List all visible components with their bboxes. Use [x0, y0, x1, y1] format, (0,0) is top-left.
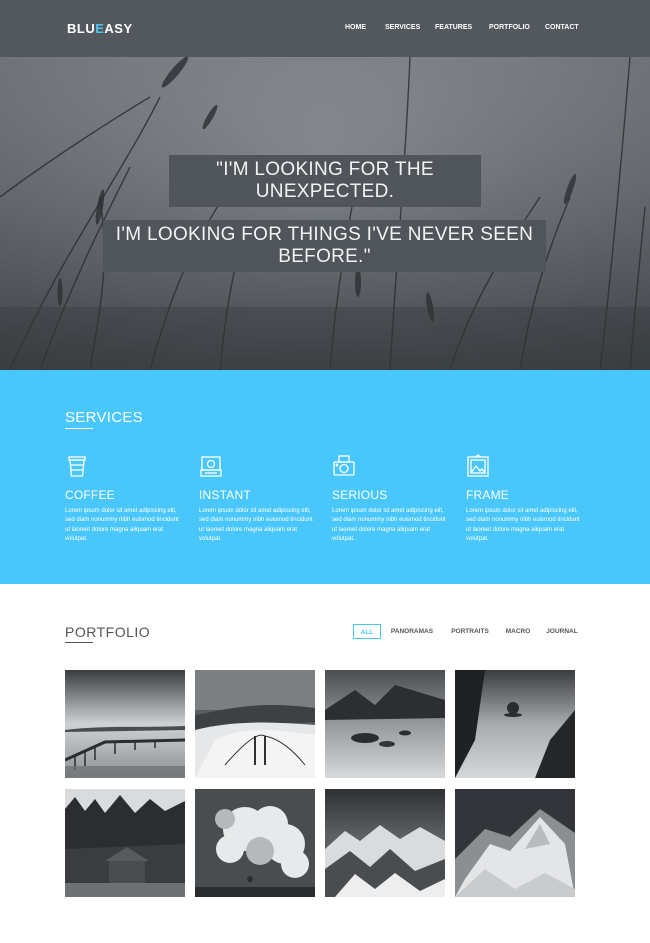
filter-journal[interactable]: JOURNAL — [543, 624, 581, 639]
hero-banner: "I'M LOOKING FOR THE UNEXPECTED. I'M LOO… — [0, 57, 650, 370]
coffee-cup-icon — [68, 456, 86, 477]
portfolio-title-underline — [65, 642, 93, 643]
hero-quote-line-1: "I'M LOOKING FOR THE — [216, 159, 434, 180]
filter-panoramas[interactable]: PANORAMAS — [387, 624, 437, 639]
portfolio-image-lone-tree-island[interactable] — [455, 670, 575, 778]
service-title: INSTANT — [199, 488, 251, 502]
portfolio-image-snowy-peak[interactable] — [455, 789, 575, 897]
service-title: FRAME — [466, 488, 509, 502]
filter-macro[interactable]: MACRO — [503, 624, 533, 639]
portfolio-image-pier[interactable] — [65, 670, 185, 778]
service-text: Lorem ipsum dolor sit amet adipiscing el… — [199, 508, 313, 542]
portfolio-section: PORTFOLIO ALL PANORAMAS PORTRAITS MACRO … — [0, 584, 650, 943]
nav-services[interactable]: SERVICES — [385, 24, 420, 31]
hero-quote-line-4: BEFORE." — [278, 246, 371, 267]
logo-text-prefix: BLU — [67, 21, 96, 36]
nav-contact[interactable]: CONTACT — [545, 24, 579, 31]
brand-logo[interactable]: BLUEASY — [67, 21, 133, 36]
service-title: COFFEE — [65, 488, 115, 502]
portfolio-image-storm-clouds[interactable] — [195, 789, 315, 897]
portfolio-image-golden-gate-bridge[interactable] — [195, 670, 315, 778]
camera-icon — [333, 455, 355, 476]
service-text: Lorem ipsum dolor sit amet adipiscing el… — [65, 508, 179, 542]
nav-features[interactable]: FEATURES — [435, 24, 472, 31]
hero-quote-box-1: "I'M LOOKING FOR THE UNEXPECTED. — [169, 155, 481, 207]
portfolio-image-cabin-in-forest[interactable] — [65, 789, 185, 897]
hero-quote-box-2: I'M LOOKING FOR THINGS I'VE NEVER SEEN B… — [103, 220, 546, 272]
portfolio-image-snowy-mountains[interactable] — [325, 789, 445, 897]
filter-portraits[interactable]: PORTRAITS — [447, 624, 493, 639]
picture-frame-icon — [467, 454, 489, 477]
filter-all[interactable]: ALL — [353, 624, 381, 639]
portfolio-image-rocks-in-sea[interactable] — [325, 670, 445, 778]
instant-camera-icon — [200, 456, 222, 477]
service-title: SERIOUS — [332, 488, 388, 502]
portfolio-title: PORTFOLIO — [65, 624, 151, 640]
hero-quote-line-3: I'M LOOKING FOR THINGS I'VE NEVER SEEN — [115, 224, 534, 245]
hero-quote-line-2: UNEXPECTED. — [255, 181, 395, 202]
grass-background-image — [0, 57, 650, 370]
services-title: SERVICES — [65, 409, 143, 426]
services-title-underline — [65, 428, 93, 429]
logo-text-suffix: ASY — [104, 21, 133, 36]
services-section: SERVICES COFFEE Lorem ipsum dolor sit am… — [0, 370, 650, 584]
nav-home[interactable]: HOME — [345, 24, 366, 31]
site-header: BLUEASY HOME SERVICES FEATURES PORTFOLIO… — [0, 0, 650, 57]
nav-portfolio[interactable]: PORTFOLIO — [489, 24, 530, 31]
logo-text-accent: E — [95, 21, 105, 36]
service-text: Lorem ipsum dolor sit amet adipiscing el… — [466, 508, 580, 542]
service-text: Lorem ipsum dolor sit amet adipiscing el… — [332, 508, 446, 542]
